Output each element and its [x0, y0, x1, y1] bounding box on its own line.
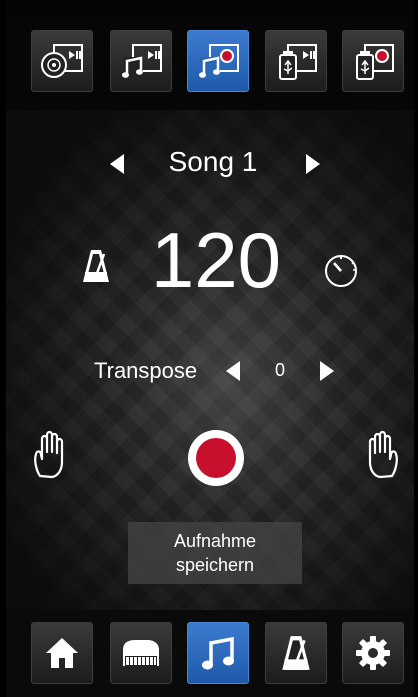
song-play-mode-button[interactable]	[110, 30, 172, 92]
nav-song-button[interactable]	[187, 622, 249, 684]
metronome-icon	[282, 636, 310, 670]
nav-metronome-button[interactable]	[265, 622, 327, 684]
song-selector: Song 1	[6, 144, 414, 184]
cd-play-icon	[41, 44, 83, 78]
song-next-arrow[interactable]	[306, 154, 320, 174]
song-previous-arrow[interactable]	[110, 154, 124, 174]
usb-record-mode-button[interactable]	[342, 30, 404, 92]
nav-home-button[interactable]	[31, 622, 93, 684]
bottom-navigation	[6, 610, 414, 697]
song-play-icon	[122, 44, 162, 79]
piano-icon	[123, 640, 159, 666]
tempo-timer-icon[interactable]	[321, 250, 361, 290]
save-recording-button[interactable]: Aufnahme speichern	[128, 522, 302, 584]
transpose-value: 0	[274, 360, 285, 380]
mode-toolbar	[6, 18, 414, 110]
transpose-up-arrow[interactable]	[320, 361, 334, 381]
nav-settings-button[interactable]	[342, 622, 404, 684]
nav-piano-button[interactable]	[110, 622, 172, 684]
metronome-icon[interactable]	[82, 248, 110, 284]
transpose-control: Transpose 0	[6, 356, 414, 386]
left-hand-icon[interactable]	[30, 430, 74, 480]
transpose-down-arrow[interactable]	[226, 361, 240, 381]
usb-record-icon	[356, 44, 394, 80]
usb-play-icon	[279, 44, 317, 80]
right-hand-icon[interactable]	[358, 430, 402, 480]
song-title: Song 1	[168, 146, 258, 177]
home-icon	[46, 638, 78, 668]
music-note-icon	[202, 636, 234, 670]
save-recording-label-line1: Aufnahme	[173, 531, 257, 551]
cd-play-mode-button[interactable]	[31, 30, 93, 92]
usb-play-mode-button[interactable]	[265, 30, 327, 92]
recorder-panel: Song 1 120 Transpose 0 Aufnahme speicher…	[6, 110, 414, 610]
song-record-mode-button[interactable]	[187, 30, 249, 92]
record-dot-icon	[196, 438, 236, 478]
record-button[interactable]	[188, 430, 244, 486]
transpose-label: Transpose	[94, 358, 198, 383]
tempo-value[interactable]: 120	[136, 218, 296, 302]
song-record-icon	[199, 44, 239, 79]
save-recording-label-line2: speichern	[175, 555, 255, 575]
recorder-screen: Song 1 120 Transpose 0 Aufnahme speicher…	[6, 0, 414, 697]
gear-icon	[356, 636, 390, 670]
